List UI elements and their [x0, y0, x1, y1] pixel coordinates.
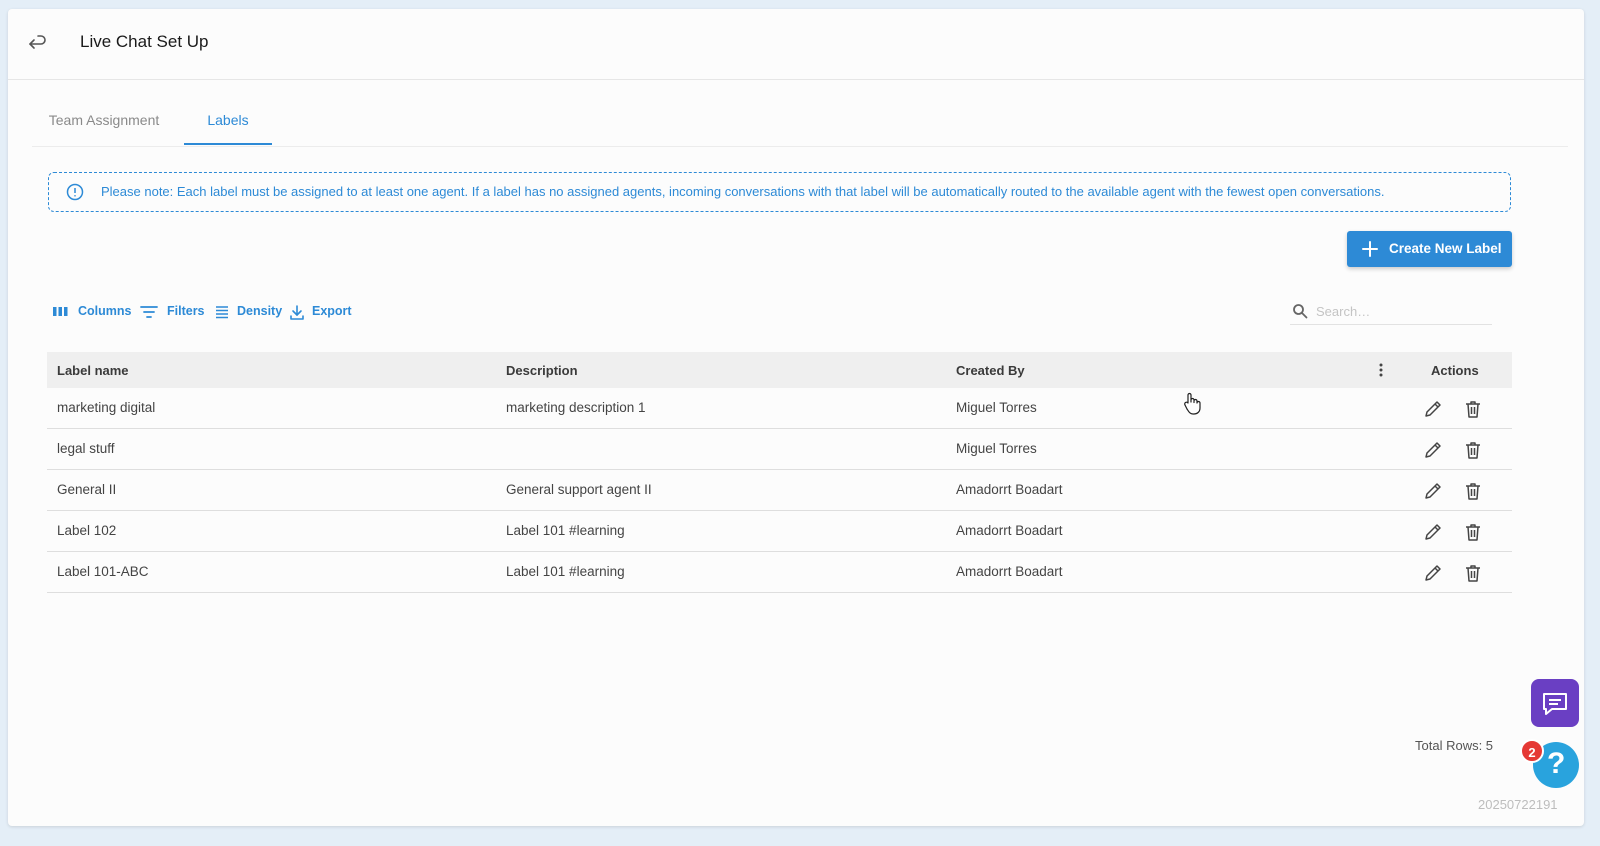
trash-icon[interactable]: [1463, 563, 1483, 583]
columns-button[interactable]: Columns: [52, 301, 132, 323]
trash-icon[interactable]: [1463, 440, 1483, 460]
edit-pencil-icon[interactable]: [1423, 481, 1443, 501]
cell-label-name: legal stuff: [57, 441, 115, 456]
table-row[interactable]: marketing digital marketing description …: [47, 388, 1512, 429]
search-icon: [1293, 304, 1308, 319]
create-new-label-button[interactable]: Create New Label: [1347, 231, 1512, 267]
back-button[interactable]: [28, 34, 48, 54]
create-new-label-text: Create New Label: [1389, 241, 1502, 256]
cell-created-by: Miguel Torres: [956, 441, 1037, 456]
cell-label-name: Label 102: [57, 523, 117, 538]
table-row[interactable]: legal stuff Miguel Torres: [47, 429, 1512, 470]
export-label: Export: [312, 304, 352, 318]
table-row[interactable]: Label 102 Label 101 #learning Amadorrt B…: [47, 511, 1512, 552]
plus-icon: [1362, 241, 1378, 257]
filters-button[interactable]: Filters: [139, 301, 209, 323]
header-description[interactable]: Description: [506, 363, 578, 378]
cell-description: Label 101 #learning: [506, 523, 625, 538]
header-created-by[interactable]: Created By: [956, 363, 1025, 378]
trash-icon[interactable]: [1463, 481, 1483, 501]
tab-labels[interactable]: Labels: [184, 89, 272, 145]
search-input[interactable]: [1314, 300, 1488, 322]
header-label-name[interactable]: Label name: [57, 363, 129, 378]
build-id: 20250722191: [1478, 797, 1558, 812]
cell-description: marketing description 1: [506, 400, 646, 415]
table-header-row: Label name Description Created By Action…: [47, 352, 1512, 388]
cell-created-by: Amadorrt Boadart: [956, 482, 1063, 497]
export-button[interactable]: Export: [288, 301, 358, 323]
search-box: [1290, 298, 1492, 325]
info-circle-icon: [66, 183, 84, 201]
edit-pencil-icon[interactable]: [1423, 522, 1443, 542]
page-card: Live Chat Set Up Team Assignment Labels …: [8, 9, 1584, 826]
active-tab-indicator: [184, 143, 272, 145]
table-row[interactable]: General II General support agent II Amad…: [47, 470, 1512, 511]
columns-label: Columns: [78, 304, 132, 318]
cell-description: Label 101 #learning: [506, 564, 625, 579]
tab-bar: Team Assignment Labels: [32, 89, 1568, 147]
hand-pointer-cursor-icon: [1184, 392, 1201, 415]
table-row[interactable]: Label 101-ABC Label 101 #learning Amador…: [47, 552, 1512, 593]
trash-icon[interactable]: [1463, 399, 1483, 419]
density-button[interactable]: Density: [214, 301, 284, 323]
labels-table: Label name Description Created By Action…: [47, 352, 1512, 593]
cell-created-by: Amadorrt Boadart: [956, 523, 1063, 538]
table-body: marketing digital marketing description …: [47, 388, 1512, 593]
columns-icon: [53, 307, 68, 316]
edit-pencil-icon[interactable]: [1423, 399, 1443, 419]
download-icon: [290, 305, 304, 320]
filters-label: Filters: [167, 304, 205, 318]
notice-text: Please note: Each label must be assigned…: [101, 184, 1385, 199]
density-label: Density: [237, 304, 283, 318]
notification-badge: 2: [1520, 739, 1544, 763]
undo-arrow-icon: [29, 35, 46, 49]
trash-icon[interactable]: [1463, 522, 1483, 542]
density-icon: [216, 306, 228, 319]
cell-label-name: Label 101-ABC: [57, 564, 149, 579]
page-title: Live Chat Set Up: [80, 32, 209, 51]
cell-label-name: General II: [57, 482, 117, 497]
filter-icon: [140, 306, 158, 318]
page-header: Live Chat Set Up: [8, 9, 1584, 80]
question-mark-icon: ?: [1547, 747, 1566, 780]
info-notice: Please note: Each label must be assigned…: [48, 172, 1511, 212]
cell-created-by: Amadorrt Boadart: [956, 564, 1063, 579]
header-actions: Actions: [1431, 363, 1479, 378]
chat-bubble-icon: [1543, 693, 1567, 715]
column-menu-icon[interactable]: [1373, 362, 1389, 378]
cell-label-name: marketing digital: [57, 400, 156, 415]
edit-pencil-icon[interactable]: [1423, 440, 1443, 460]
cell-description: General support agent II: [506, 482, 652, 497]
edit-pencil-icon[interactable]: [1423, 563, 1443, 583]
cell-created-by: Miguel Torres: [956, 400, 1037, 415]
chat-widget-button[interactable]: [1531, 679, 1579, 727]
total-rows: Total Rows: 5: [1415, 738, 1494, 753]
tab-team-assignment[interactable]: Team Assignment: [48, 89, 160, 145]
